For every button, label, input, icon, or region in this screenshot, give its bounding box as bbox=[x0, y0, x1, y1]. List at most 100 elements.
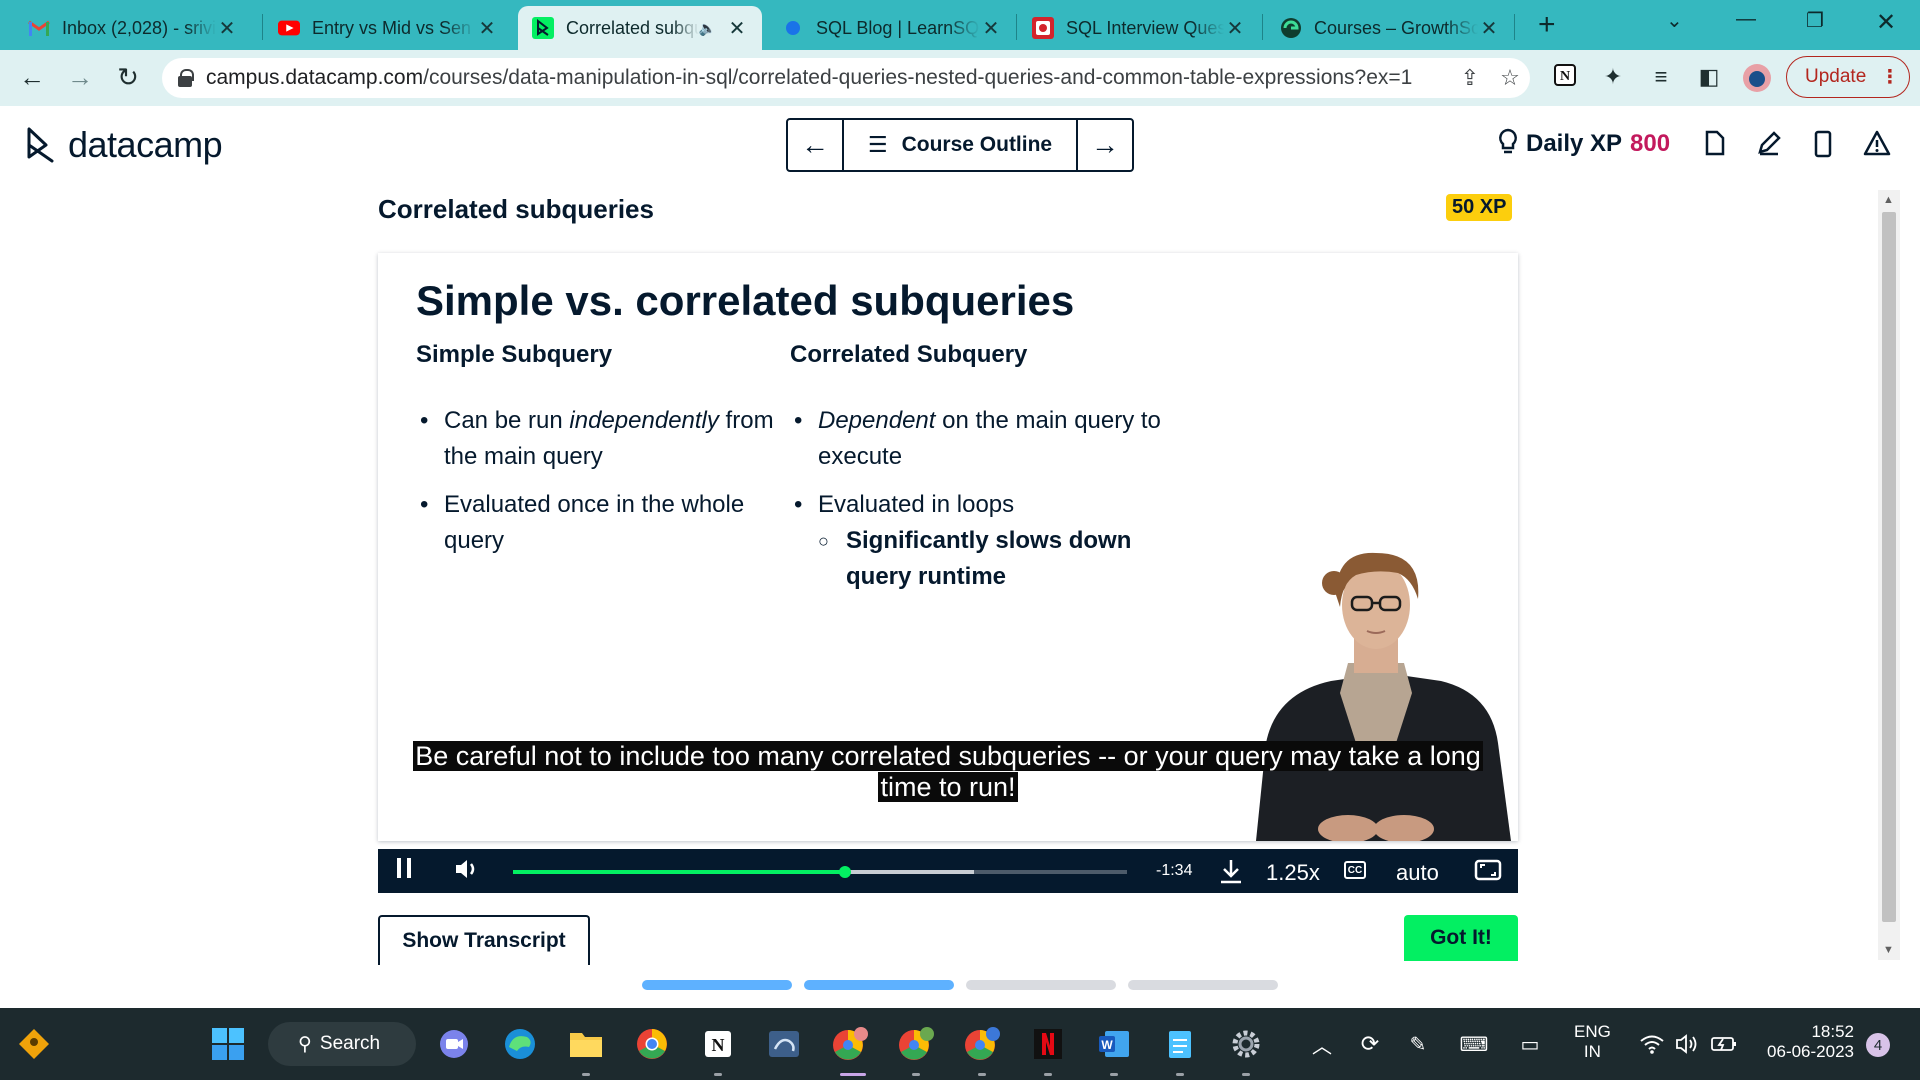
youtube-icon bbox=[278, 17, 300, 39]
pen-input-icon[interactable]: ✎ bbox=[1398, 1026, 1438, 1062]
volume-icon[interactable] bbox=[454, 857, 480, 888]
share-icon[interactable]: ⇪ bbox=[1450, 65, 1490, 91]
report-issue-warning-icon[interactable] bbox=[1862, 130, 1892, 163]
bookmark-star-icon[interactable]: ☆ bbox=[1490, 65, 1530, 91]
file-explorer-icon[interactable] bbox=[566, 1026, 606, 1062]
previous-exercise-arrow-icon[interactable]: ← bbox=[788, 120, 842, 170]
tab-learnsql[interactable]: SQL Blog | LearnSQL ✕ bbox=[768, 6, 1016, 50]
course-outline-label: Course Outline bbox=[901, 133, 1053, 156]
close-tab-icon[interactable]: ✕ bbox=[1224, 16, 1246, 41]
close-window-icon[interactable]: ✕ bbox=[1876, 8, 1896, 37]
notepad-icon[interactable] bbox=[1160, 1026, 1200, 1062]
word-icon[interactable]: W bbox=[1094, 1026, 1134, 1062]
address-bar[interactable]: campus.datacamp.com/courses/data-manipul… bbox=[162, 58, 1530, 98]
close-tab-icon[interactable]: ✕ bbox=[1478, 16, 1500, 41]
daily-xp-value: 800 bbox=[1630, 130, 1671, 157]
show-transcript-button[interactable]: Show Transcript bbox=[378, 915, 590, 965]
page-scrollbar[interactable]: ▲ ▼ bbox=[1878, 190, 1900, 960]
teams-chat-icon[interactable] bbox=[434, 1026, 474, 1062]
clock[interactable]: 18:52 06-06-2023 bbox=[1758, 1022, 1854, 1062]
sql-workbench-icon[interactable] bbox=[764, 1026, 804, 1062]
pager-step-1[interactable] bbox=[642, 980, 792, 990]
got-it-button[interactable]: Got It! bbox=[1404, 915, 1518, 961]
keyboard-icon[interactable]: ⌨ bbox=[1454, 1026, 1494, 1062]
side-panel-icon[interactable]: ◧ bbox=[1694, 64, 1724, 90]
chrome-profile-icon[interactable] bbox=[896, 1026, 936, 1062]
reload-icon[interactable]: ↻ bbox=[112, 62, 144, 93]
closed-captions-icon[interactable]: CC bbox=[1344, 861, 1366, 879]
pause-icon[interactable] bbox=[396, 857, 412, 886]
chrome-icon[interactable] bbox=[632, 1026, 672, 1062]
video-player[interactable]: Simple vs. correlated subqueries Simple … bbox=[378, 253, 1518, 893]
scrollbar-thumb[interactable] bbox=[1882, 212, 1896, 922]
pager-step-3[interactable] bbox=[966, 980, 1116, 990]
scroll-down-arrow-icon[interactable]: ▼ bbox=[1883, 944, 1894, 956]
battery-charging-icon[interactable] bbox=[1704, 1026, 1744, 1062]
list-item: Can be run independently from the main q… bbox=[416, 403, 776, 475]
tab-search-chevron-icon[interactable]: ⌄ bbox=[1666, 8, 1683, 33]
profile-avatar[interactable] bbox=[1742, 64, 1772, 98]
extensions-puzzle-icon[interactable]: ✦ bbox=[1598, 64, 1628, 90]
running-indicator bbox=[978, 1073, 986, 1076]
tab-gmail[interactable]: Inbox (2,028) - srivi ✕ bbox=[14, 6, 252, 50]
windows-start-icon[interactable] bbox=[208, 1026, 248, 1062]
close-tab-icon[interactable]: ✕ bbox=[726, 16, 748, 41]
datacamp-logo[interactable]: datacamp bbox=[24, 124, 223, 166]
datacamp-icon bbox=[532, 17, 554, 39]
more-menu-icon[interactable]: ⋮ bbox=[1880, 66, 1899, 89]
chrome-profile-icon[interactable] bbox=[962, 1026, 1002, 1062]
pager-step-2[interactable] bbox=[804, 980, 954, 990]
video-caption: Be careful not to include too many corre… bbox=[408, 741, 1488, 803]
quality-button[interactable]: auto bbox=[1396, 860, 1439, 886]
media-controls-icon[interactable]: ≡ bbox=[1646, 64, 1676, 90]
speaker-icon[interactable]: 🔈 bbox=[699, 20, 716, 37]
time-remaining: -1:34 bbox=[1156, 862, 1193, 879]
restore-icon[interactable]: ❐ bbox=[1806, 8, 1824, 33]
slides-document-icon[interactable] bbox=[1700, 130, 1730, 163]
download-icon[interactable] bbox=[1218, 858, 1244, 891]
tab-stratascratch[interactable]: SQL Interview Questions ✕ bbox=[1018, 6, 1260, 50]
chrome-profile-icon[interactable] bbox=[830, 1026, 870, 1062]
daily-xp[interactable]: Daily XP 800 bbox=[1498, 128, 1670, 160]
back-arrow-icon[interactable]: ← bbox=[16, 62, 48, 93]
notion-extension-icon[interactable]: N bbox=[1550, 64, 1580, 92]
tab-growthschool[interactable]: Courses – GrowthSchool ✕ bbox=[1266, 6, 1514, 50]
close-tab-icon[interactable]: ✕ bbox=[476, 16, 498, 41]
video-progress-bar[interactable] bbox=[513, 866, 1127, 878]
taskbar-search[interactable]: ⚲ Search bbox=[268, 1022, 416, 1066]
notes-pencil-icon[interactable] bbox=[1754, 130, 1784, 163]
update-button[interactable]: Update ⋮ bbox=[1786, 56, 1910, 98]
show-hidden-icons-chevron-icon[interactable]: ︿ bbox=[1302, 1026, 1342, 1062]
running-indicator bbox=[1176, 1073, 1184, 1076]
notification-badge[interactable]: 4 bbox=[1866, 1033, 1890, 1057]
playback-speed-button[interactable]: 1.25x bbox=[1266, 860, 1320, 886]
course-outline-button[interactable]: ☰ Course Outline bbox=[842, 120, 1078, 170]
input-language[interactable]: ENG IN bbox=[1574, 1022, 1611, 1062]
next-exercise-arrow-icon[interactable]: → bbox=[1078, 120, 1132, 170]
bullet-emphasis: independently bbox=[569, 407, 719, 434]
settings-gear-icon[interactable] bbox=[1226, 1026, 1266, 1062]
fullscreen-icon[interactable] bbox=[1474, 859, 1502, 888]
display-icon[interactable]: ▭ bbox=[1510, 1026, 1550, 1062]
new-tab-plus-icon[interactable]: + bbox=[1538, 10, 1556, 40]
close-tab-icon[interactable]: ✕ bbox=[216, 16, 238, 41]
tab-separator bbox=[1016, 14, 1017, 40]
mobile-device-icon[interactable] bbox=[1808, 130, 1838, 165]
tab-youtube[interactable]: Entry vs Mid vs Sen ✕ bbox=[264, 6, 512, 50]
volume-tray-icon[interactable] bbox=[1668, 1026, 1708, 1062]
minimize-icon[interactable]: — bbox=[1736, 8, 1756, 31]
wifi-icon[interactable] bbox=[1632, 1026, 1672, 1062]
tab-datacamp[interactable]: Correlated subqueries 🔈 ✕ bbox=[518, 6, 762, 50]
netflix-icon[interactable] bbox=[1028, 1026, 1068, 1062]
edge-icon[interactable] bbox=[500, 1026, 540, 1062]
pager-step-4[interactable] bbox=[1128, 980, 1278, 990]
scrubber-handle[interactable] bbox=[838, 866, 851, 878]
browser-tab-strip: Inbox (2,028) - srivi ✕ Entry vs Mid vs … bbox=[0, 0, 1920, 50]
close-tab-icon[interactable]: ✕ bbox=[980, 16, 1002, 41]
notion-app-icon[interactable]: N bbox=[698, 1026, 738, 1062]
sync-icon[interactable]: ⟳ bbox=[1350, 1026, 1390, 1062]
widgets-icon[interactable] bbox=[14, 1026, 54, 1062]
scroll-up-arrow-icon[interactable]: ▲ bbox=[1883, 194, 1894, 206]
svg-text:N: N bbox=[1560, 69, 1570, 84]
forward-arrow-icon[interactable]: → bbox=[64, 62, 96, 93]
